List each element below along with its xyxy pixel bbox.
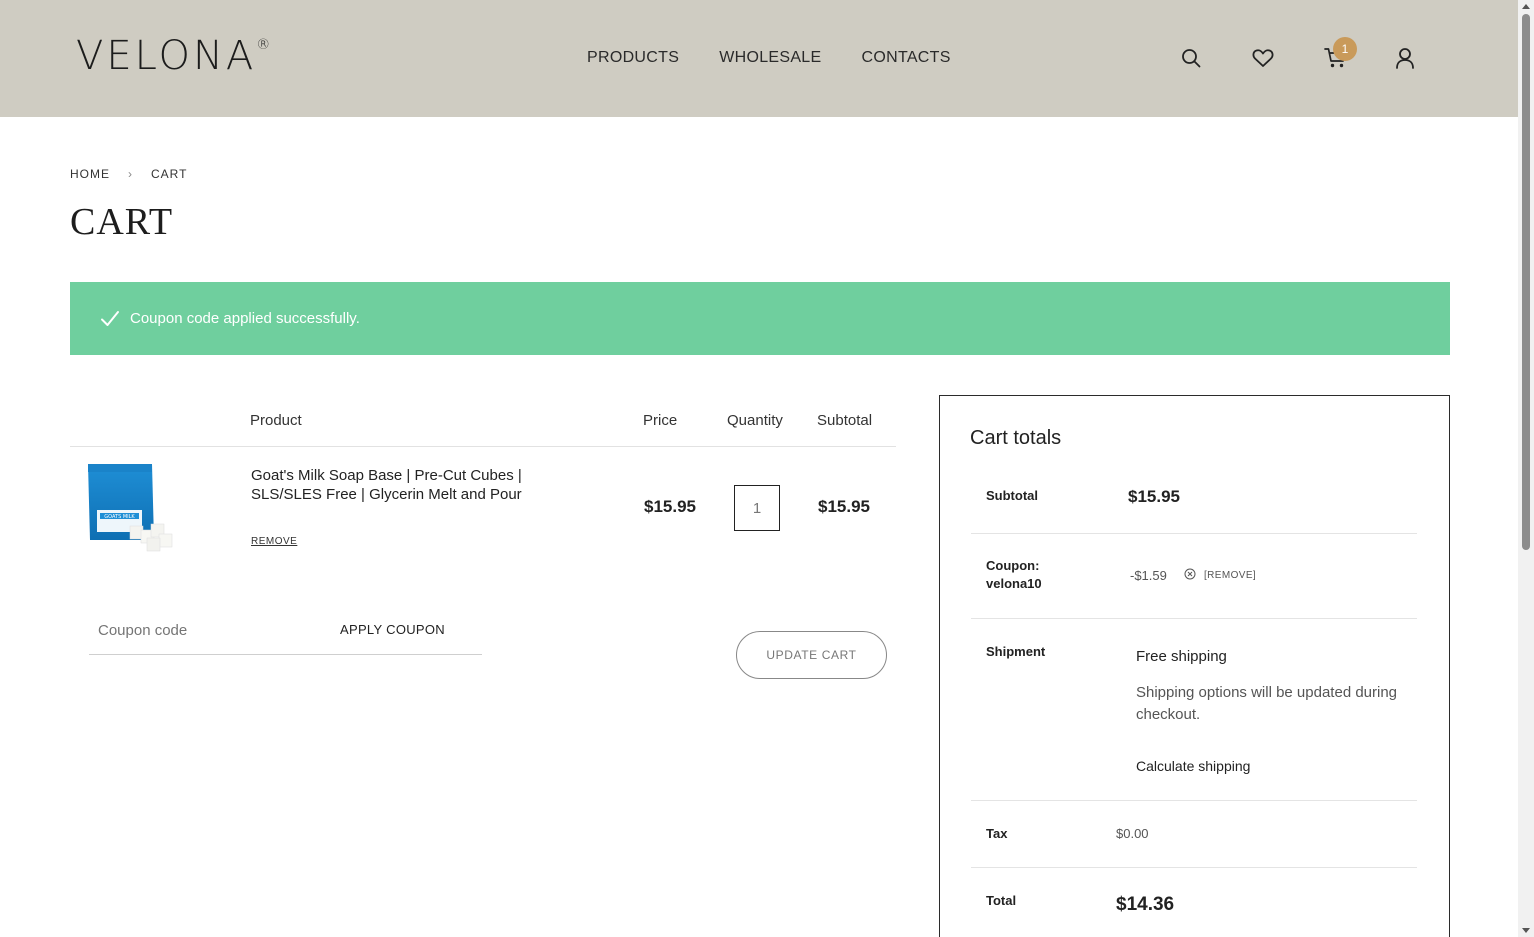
- cart-totals-panel: Cart totals Subtotal $15.95 Coupon: velo…: [939, 395, 1450, 937]
- column-header-subtotal: Subtotal: [817, 412, 873, 429]
- success-notice: Coupon code applied successfully.: [70, 282, 1450, 355]
- chevron-right-icon: ›: [128, 167, 133, 181]
- totals-divider: [971, 618, 1417, 619]
- site-header: VELONA® PRODUCTS WHOLESALE CONTACTS 1: [0, 0, 1518, 117]
- column-header-product: Product: [250, 412, 302, 429]
- logo-text: VELONA: [76, 33, 257, 79]
- logo-mark: ®: [256, 37, 271, 53]
- coupon-form: APPLY COUPON: [89, 608, 482, 655]
- product-image-label: GOATS MILK: [104, 514, 135, 520]
- heart-icon[interactable]: [1249, 44, 1277, 72]
- product-image[interactable]: GOATS MILK: [85, 460, 180, 555]
- totals-divider: [971, 867, 1417, 868]
- cart-count-badge: 1: [1333, 37, 1357, 61]
- coupon-discount-value: -$1.59: [1130, 568, 1167, 583]
- nav-contacts[interactable]: CONTACTS: [861, 49, 950, 67]
- coupon-label: Coupon: velona10: [986, 558, 1042, 591]
- totals-divider: [971, 533, 1417, 534]
- remove-item-link[interactable]: REMOVE: [251, 536, 297, 547]
- shipment-label: Shipment: [986, 644, 1046, 659]
- update-cart-button[interactable]: UPDATE CART: [736, 631, 887, 679]
- scroll-down-arrow-icon[interactable]: [1522, 928, 1530, 933]
- total-value: $14.36: [1116, 894, 1175, 915]
- coupon-code-input[interactable]: [98, 622, 318, 639]
- apply-coupon-button[interactable]: APPLY COUPON: [340, 622, 445, 637]
- notice-message: Coupon code applied successfully.: [130, 310, 360, 327]
- scroll-thumb[interactable]: [1522, 14, 1530, 550]
- product-name[interactable]: Goat's Milk Soap Base | Pre-Cut Cubes | …: [251, 466, 561, 504]
- page-title: CART: [70, 201, 174, 243]
- breadcrumb-current: CART: [151, 167, 188, 181]
- search-icon[interactable]: [1177, 44, 1205, 72]
- column-header-quantity: Quantity: [727, 412, 783, 429]
- column-header-price: Price: [643, 412, 678, 429]
- scrollbar[interactable]: [1518, 0, 1534, 937]
- remove-coupon-text: [REMOVE]: [1204, 570, 1257, 581]
- subtotal-value: $15.95: [1128, 487, 1180, 506]
- checkmark-icon: [100, 310, 120, 328]
- remove-coupon-link[interactable]: [REMOVE]: [1184, 568, 1256, 583]
- calculate-shipping-link[interactable]: Calculate shipping: [1136, 758, 1250, 774]
- shipment-method: Free shipping: [1136, 648, 1227, 665]
- total-label: Total: [986, 893, 1017, 908]
- totals-divider: [971, 800, 1417, 801]
- nav-products[interactable]: PRODUCTS: [587, 49, 679, 67]
- breadcrumb-home[interactable]: HOME: [70, 167, 110, 181]
- remove-circle-icon: [1184, 568, 1196, 583]
- nav-wholesale[interactable]: WHOLESALE: [719, 49, 821, 67]
- quantity-input[interactable]: 1: [734, 485, 780, 531]
- item-subtotal: $15.95: [818, 497, 870, 516]
- item-price: $15.95: [644, 497, 696, 516]
- tax-value: $0.00: [1116, 826, 1149, 841]
- tax-label: Tax: [986, 826, 1008, 841]
- main-nav: PRODUCTS WHOLESALE CONTACTS: [587, 49, 951, 67]
- scroll-up-arrow-icon[interactable]: [1522, 4, 1530, 9]
- cart-totals-title: Cart totals: [970, 427, 1062, 449]
- shipment-note: Shipping options will be updated during …: [1136, 684, 1398, 723]
- breadcrumb: HOME › CART: [70, 167, 187, 181]
- user-icon[interactable]: [1391, 44, 1419, 72]
- logo[interactable]: VELONA®: [76, 36, 270, 76]
- subtotal-label: Subtotal: [986, 488, 1038, 503]
- table-divider: [70, 446, 896, 447]
